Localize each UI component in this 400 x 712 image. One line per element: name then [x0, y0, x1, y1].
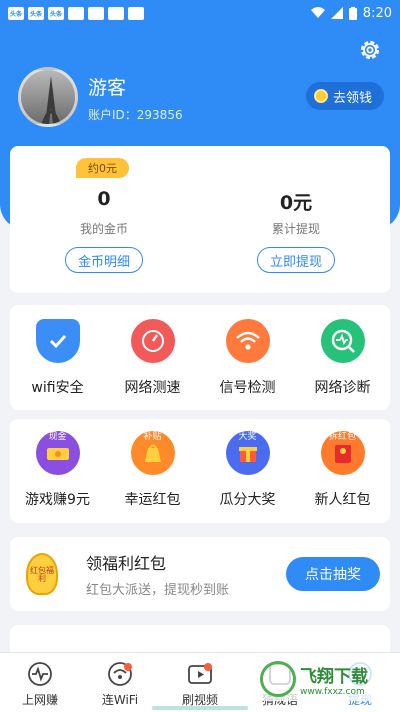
welfare-card[interactable]: 红包福利 领福利红包 红包大派送，提现秒到账 点击抽奖 [10, 537, 390, 611]
avatar[interactable] [18, 67, 78, 127]
activity-share-prize[interactable]: 大奖 瓜分大奖 [200, 419, 295, 509]
diagnosis-icon [320, 319, 365, 363]
status-time: 8:20 [362, 5, 392, 21]
watermark-logo-icon [260, 661, 296, 697]
activity-game-earn[interactable]: 现金 游戏赚9元 [10, 419, 105, 509]
tab-online-earn[interactable]: 上网赚 [0, 653, 80, 712]
status-bar: 头条 头条 头条 8:20 [0, 0, 400, 26]
shield-check-icon [35, 319, 80, 363]
welfare-subtitle: 红包大派送，提现秒到账 [86, 583, 230, 598]
tab-connect-wifi[interactable]: 连WiFi [80, 653, 160, 712]
speedometer-icon [130, 319, 175, 363]
wifi-status-icon [310, 7, 325, 18]
app-notification-icon [128, 6, 144, 20]
welfare-title: 领福利红包 [86, 554, 167, 573]
notification-icon: 头条 [48, 6, 64, 20]
coin-value: 0 [97, 188, 111, 210]
notification-icon: 头条 [8, 6, 24, 20]
wifi-icon [108, 662, 132, 686]
video-icon [188, 663, 212, 684]
tool-signal-check[interactable]: 信号检测 [200, 305, 295, 397]
stats-card: 约0元 0 我的金币 金币明细 0元 累计提现 立即提现 [10, 146, 390, 293]
estimate-badge: 约0元 [76, 158, 129, 178]
activity-lucky-packet[interactable]: 补贴 幸运红包 [105, 419, 200, 509]
account-id: 账户ID：293856 [88, 108, 183, 122]
get-money-label: 去领钱 [332, 90, 372, 106]
app-notification-icon [68, 6, 84, 20]
app-notification-icon [108, 6, 124, 20]
tab-watch-video[interactable]: 刷视频 [160, 653, 240, 712]
get-money-button[interactable]: 去领钱 [305, 82, 384, 110]
tool-wifi-security[interactable]: wifi安全 [10, 305, 105, 397]
notification-icon: 头条 [28, 6, 44, 20]
site-watermark: 飞翔下载 www.fxxz.com [256, 657, 396, 701]
coin-label: 我的金币 [79, 222, 128, 236]
username: 游客 [88, 77, 127, 99]
tool-speed-test[interactable]: 网络测速 [105, 305, 200, 397]
draw-lottery-button[interactable]: 点击抽奖 [286, 557, 380, 591]
withdraw-now-button[interactable]: 立即提现 [257, 247, 335, 273]
withdraw-value: 0元 [279, 192, 313, 214]
red-envelope-icon: 红包福利 [26, 553, 58, 595]
red-packet-icon: 拆红包 [320, 431, 365, 475]
settings-gear-icon[interactable] [358, 38, 382, 62]
lucky-bag-icon: 补贴 [130, 431, 175, 475]
activities-card: 现金 游戏赚9元 补贴 幸运红包 大奖 瓜分大奖 拆红包 新人红包 [10, 419, 390, 523]
coin-icon [313, 89, 328, 103]
battery-icon [348, 6, 357, 20]
tool-network-diagnosis[interactable]: 网络诊断 [295, 305, 390, 397]
activity-newbie-packet[interactable]: 拆红包 新人红包 [295, 419, 390, 509]
coin-detail-button[interactable]: 金币明细 [65, 247, 143, 273]
gift-box-icon: 大奖 [225, 431, 270, 475]
withdraw-label: 累计提现 [271, 222, 320, 236]
cash-game-icon: 现金 [35, 431, 80, 475]
app-notification-icon [88, 6, 104, 20]
tools-card: wifi安全 网络测速 信号检测 网络诊断 [10, 305, 390, 410]
pulse-icon [28, 662, 52, 686]
cell-signal-icon [330, 7, 343, 19]
gesture-home-bar[interactable] [152, 706, 248, 710]
wifi-signal-icon [225, 319, 270, 363]
